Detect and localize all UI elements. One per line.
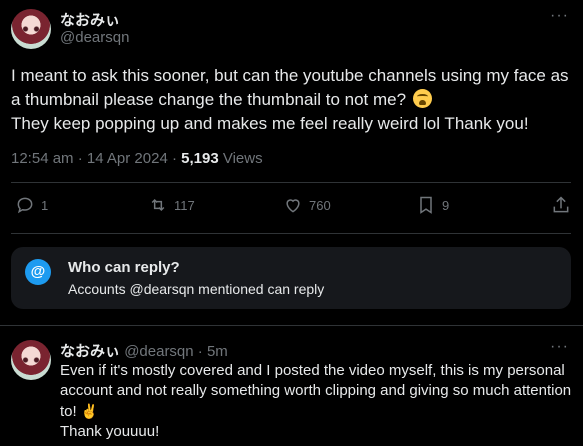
tweet-text-line-1: I meant to ask this sooner, but can the … [11,66,569,109]
heart-icon [286,199,300,213]
reply-text-line-1: Even if it's mostly covered and I posted… [60,362,572,420]
more-options-button[interactable]: ··· [550,7,569,25]
divider [11,233,571,234]
divider [0,325,583,326]
avatar[interactable] [11,340,51,380]
divider [11,182,571,183]
reply-time[interactable]: 5m [207,343,228,360]
handle[interactable]: @dearsqn [124,343,193,360]
bookmark-count: 9 [442,197,450,213]
reply-icon [17,197,33,214]
who-can-reply-subtitle: Accounts @dearsqn mentioned can reply [68,281,325,297]
victory-hand-emoji-icon: ✌️ [80,403,99,419]
reply-count: 1 [41,197,49,213]
views-count: 5,193 [181,150,219,167]
who-can-reply-card: @ Who can reply? Accounts @dearsqn menti… [11,247,571,309]
separator-dot: · [193,343,207,360]
avatar[interactable] [11,9,51,49]
tweet-time[interactable]: 12:54 am [11,150,74,167]
tweet-text: I meant to ask this sooner, but can the … [11,64,571,136]
like-button[interactable]: 760 [283,195,331,215]
handle[interactable]: @dearsqn [60,29,129,46]
share-button[interactable] [551,195,571,215]
reply-text: Even if it's mostly covered and I posted… [60,361,572,442]
bookmark-button[interactable]: 9 [416,195,449,215]
reply-button[interactable]: 1 [15,195,48,215]
reply-text-line-2: Thank youuuu! [60,423,160,440]
tweet-date[interactable]: 14 Apr 2024 [87,150,168,167]
loudly-crying-face-emoji-icon [412,89,432,108]
at-sign-icon: @ [25,259,51,285]
display-name[interactable]: なおみぃ [60,9,120,30]
like-count: 760 [309,197,331,213]
tweet-metadata: 12:54 am · 14 Apr 2024 · 5,193 Views [11,150,263,167]
separator-dot: · [73,150,87,167]
tweet-text-line-2: They keep popping up and makes me feel r… [11,114,529,133]
bookmark-icon [420,196,432,214]
reply-header: なおみぃ @dearsqn · 5m [60,340,228,361]
display-name[interactable]: なおみぃ [60,343,120,360]
separator-dot: · [167,150,182,167]
more-options-button[interactable]: ··· [550,338,569,356]
main-tweet: なおみぃ @dearsqn ··· I meant to ask this so… [0,0,583,326]
action-bar: 1 117 760 9 [0,195,583,225]
share-icon [553,196,569,213]
views-label: Views [222,150,263,167]
repost-icon [151,198,165,212]
repost-count: 117 [174,197,195,213]
who-can-reply-title: Who can reply? [68,259,180,276]
repost-button[interactable]: 117 [148,195,195,215]
